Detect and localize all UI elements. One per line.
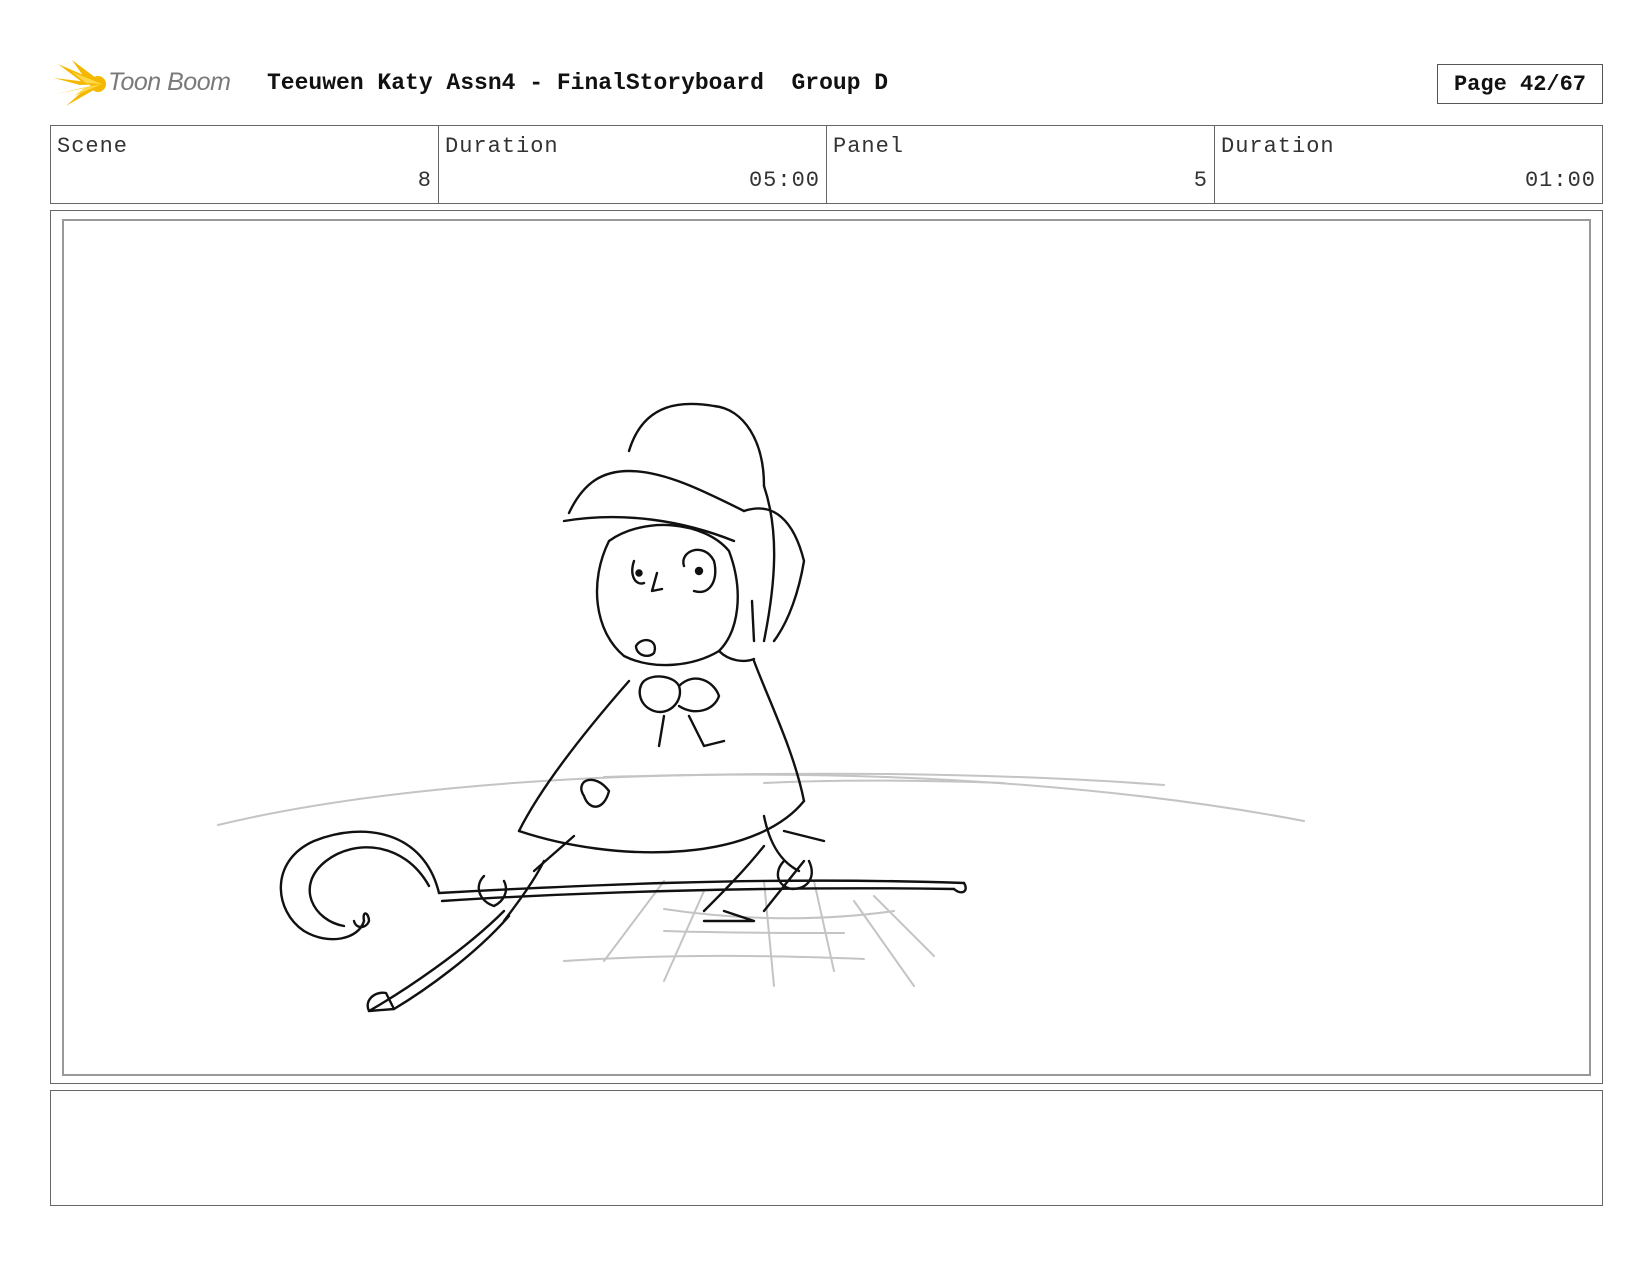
panel-duration-value: 01:00 bbox=[1524, 168, 1596, 193]
panel-duration-label: Duration bbox=[1221, 134, 1335, 159]
storyboard-panel-frame bbox=[50, 210, 1603, 1084]
page-number: Page 42/67 bbox=[1437, 64, 1603, 104]
scene-value: 8 bbox=[417, 168, 432, 193]
scene-cell: Scene 8 bbox=[51, 126, 439, 203]
panel-value: 5 bbox=[1193, 168, 1208, 193]
storyboard-panel bbox=[62, 219, 1591, 1076]
scene-duration-label: Duration bbox=[445, 134, 559, 159]
document-title: Teeuwen Katy Assn4 - FinalStoryboard Gro… bbox=[267, 70, 889, 96]
scene-duration-cell: Duration 05:00 bbox=[439, 126, 827, 203]
scene-duration-value: 05:00 bbox=[748, 168, 820, 193]
logo-text: Toon Boom bbox=[108, 68, 231, 96]
character-sketch bbox=[279, 402, 967, 1013]
info-table: Scene 8 Duration 05:00 Panel 5 Duration … bbox=[50, 125, 1603, 204]
panel-notes-box bbox=[50, 1090, 1603, 1206]
sketch-drawing bbox=[217, 402, 1305, 1013]
panel-cell: Panel 5 bbox=[827, 126, 1215, 203]
scene-label: Scene bbox=[57, 134, 129, 159]
panel-label: Panel bbox=[833, 134, 905, 159]
panel-duration-cell: Duration 01:00 bbox=[1215, 126, 1602, 203]
starburst-icon bbox=[54, 60, 106, 106]
toon-boom-logo: Toon Boom bbox=[52, 58, 252, 110]
